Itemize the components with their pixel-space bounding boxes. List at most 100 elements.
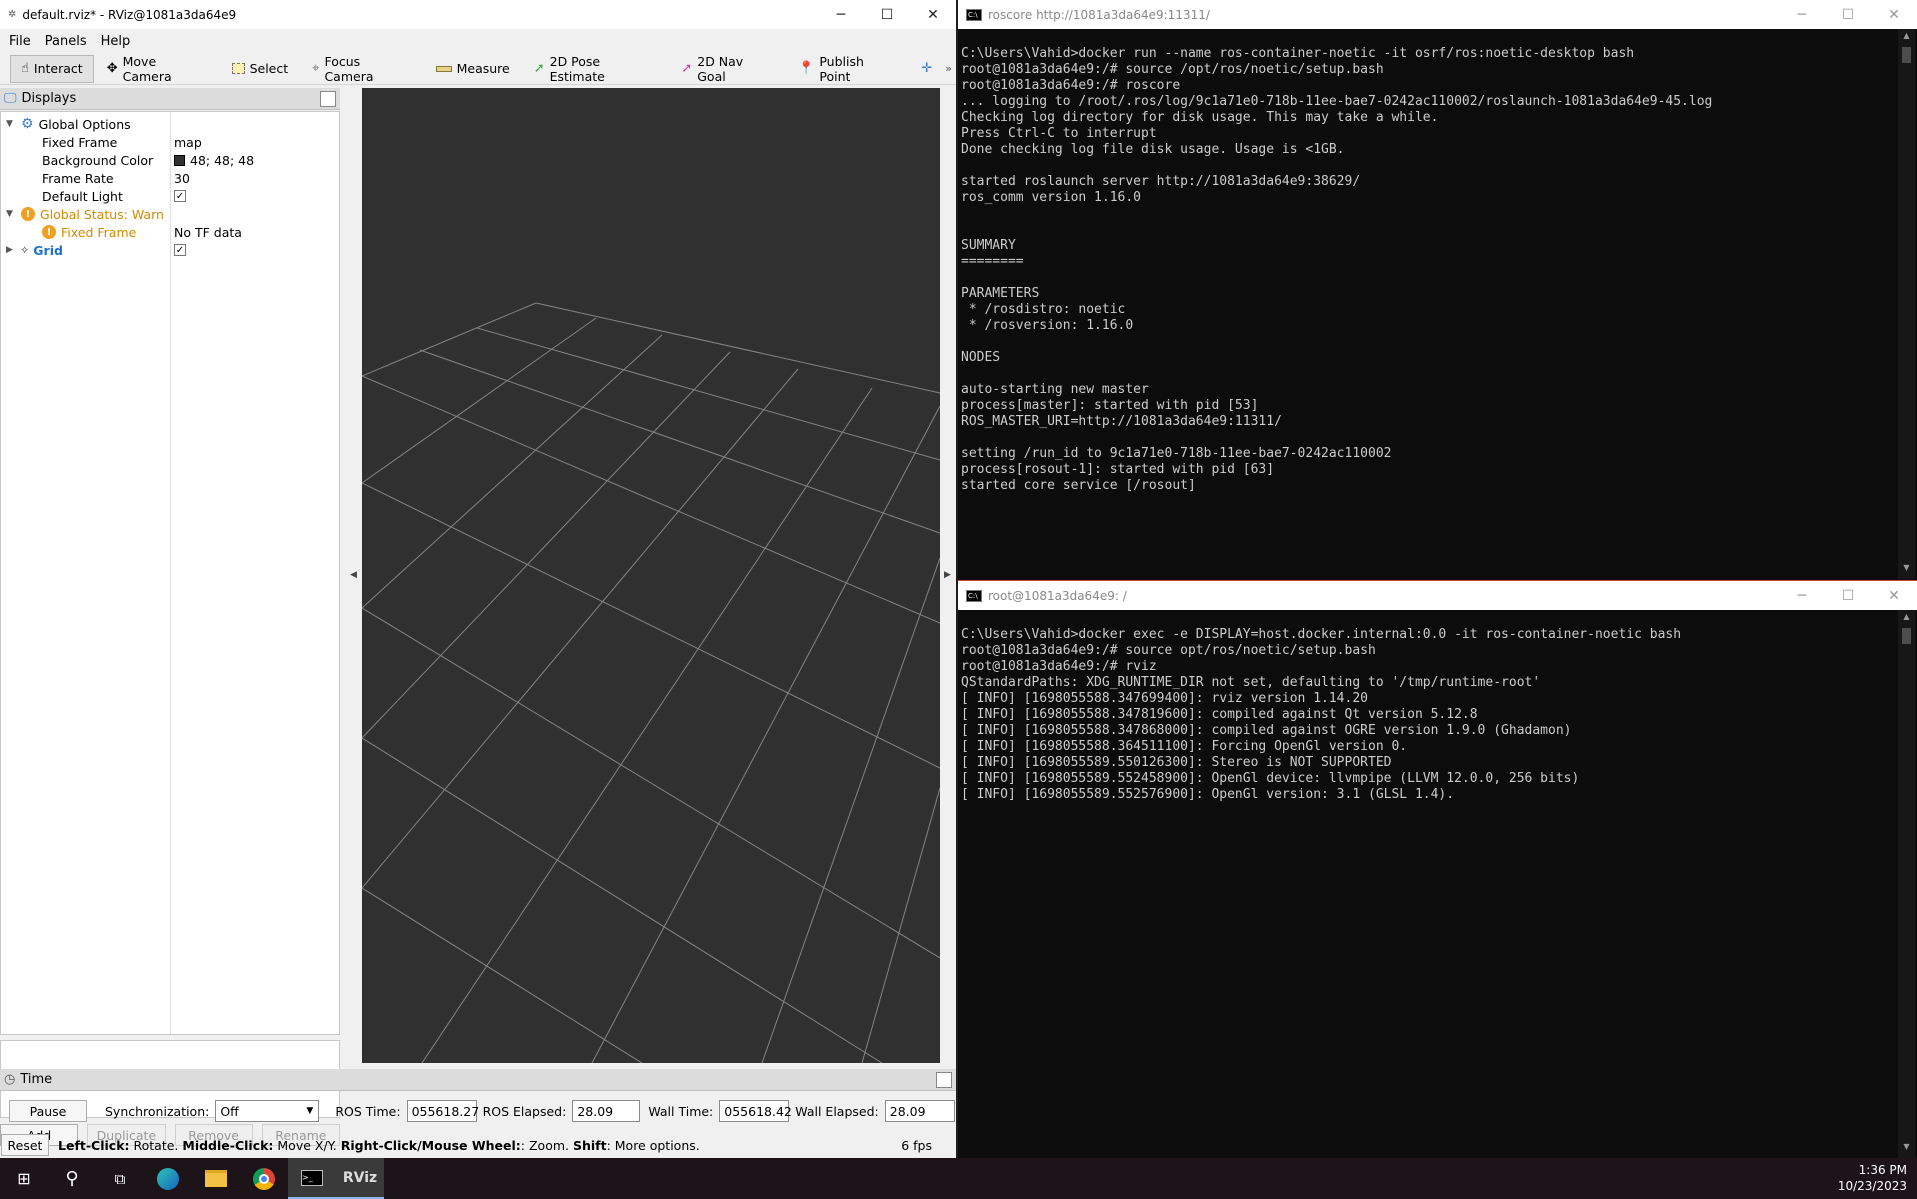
time-title: Time (20, 1072, 53, 1087)
terminal-rviz-titlebar[interactable]: C:\ root@1081a3da64e9: / ─ ☐ ✕ (958, 581, 1917, 610)
arrow-green-icon: ➚ (533, 61, 545, 76)
collapse-left-icon[interactable]: ◀ (350, 570, 357, 580)
warning-icon: ! (21, 207, 35, 221)
expand-down-icon[interactable]: ▼ (6, 119, 16, 129)
ros-elapsed-label: ROS Elapsed: (482, 1103, 567, 1119)
tree-row-global-options[interactable]: ▼ ⚙ Global Options (1, 115, 339, 133)
taskbar: ⊞ ⚲ ⧉ >_ RViz 1:36 PM 10/23/2023 (0, 1158, 1917, 1199)
maximize-icon[interactable]: ☐ (1825, 588, 1871, 604)
pause-button[interactable]: Pause (9, 1100, 87, 1122)
task-view-icon: ⧉ (114, 1169, 126, 1188)
rviz-window-title: default.rviz* - RViz@1081a3da64e9 (22, 7, 237, 22)
taskbar-chrome[interactable] (240, 1158, 288, 1199)
minimize-icon[interactable]: ─ (1779, 588, 1825, 604)
ros-elapsed-field[interactable]: 28.09 (572, 1100, 641, 1122)
status-bar: Reset Left-Click: Rotate. Middle-Click: … (0, 1133, 956, 1157)
ros-time-field[interactable]: 055618.27 (406, 1100, 479, 1122)
terminal-rviz-title: root@1081a3da64e9: / (988, 588, 1127, 603)
close-icon[interactable]: ✕ (1871, 588, 1917, 604)
maximize-icon[interactable]: ☐ (864, 0, 910, 29)
tool-2d-nav-goal[interactable]: ➚ 2D Nav Goal (670, 54, 785, 84)
windows-icon: ⊞ (17, 1169, 31, 1188)
expand-right-icon[interactable]: ▶ (6, 245, 16, 255)
tool-2d-pose-estimate[interactable]: ➚ 2D Pose Estimate (523, 54, 669, 84)
displays-title: Displays (21, 91, 77, 106)
displays-header: 🖵 Displays (0, 88, 340, 110)
tree-row-background-color[interactable]: Background Color 48; 48; 48 (1, 151, 339, 169)
scroll-thumb[interactable] (1902, 47, 1911, 63)
wall-elapsed-label: Wall Elapsed: (795, 1103, 879, 1119)
select-icon (231, 63, 245, 74)
time-panel: ◷ Time Pause Synchronization: Off ▼ ROS … (0, 1069, 956, 1125)
minimize-icon[interactable]: ─ (818, 0, 864, 29)
taskbar-file-explorer[interactable] (192, 1158, 240, 1199)
render-viewport[interactable] (361, 88, 941, 1064)
rviz-app-icon: ✲ (8, 9, 17, 20)
task-view-button[interactable]: ⧉ (96, 1158, 144, 1199)
search-icon: ⚲ (65, 1168, 79, 1189)
wall-time-label: Wall Time: (648, 1103, 714, 1119)
menu-help[interactable]: Help (96, 32, 136, 51)
tree-row-fixed-frame[interactable]: Fixed Frame map (1, 133, 339, 151)
default-light-checkbox[interactable]: ✓ (174, 190, 186, 202)
start-button[interactable]: ⊞ (0, 1158, 48, 1199)
scroll-down-icon[interactable]: ▼ (1898, 1142, 1915, 1156)
terminal-roscore-title: roscore http://1081a3da64e9:11311/ (988, 7, 1210, 22)
scroll-thumb[interactable] (1902, 628, 1911, 644)
scroll-up-icon[interactable]: ▲ (1898, 31, 1915, 45)
reset-button[interactable]: Reset (1, 1134, 49, 1156)
rviz-taskbar-label: RViz (342, 1169, 378, 1186)
wall-elapsed-field[interactable]: 28.09 (884, 1100, 955, 1122)
system-clock[interactable]: 1:36 PM 10/23/2023 (1838, 1162, 1907, 1194)
clock-time: 1:36 PM (1858, 1163, 1907, 1177)
tree-row-grid[interactable]: ▶ ⟡ Grid ✓ (1, 241, 339, 259)
collapse-right-icon[interactable]: ▶ (944, 570, 951, 580)
undock-button[interactable] (320, 90, 336, 107)
maximize-icon[interactable]: ☐ (1825, 7, 1871, 23)
hand-icon: ☝ (21, 61, 29, 76)
warning-icon: ! (42, 225, 56, 239)
tree-row-status-fixed-frame[interactable]: ! Fixed Frame No TF data (1, 223, 339, 241)
scroll-up-icon[interactable]: ▲ (1898, 612, 1915, 626)
tool-measure[interactable]: Measure (425, 55, 521, 83)
terminal-rviz-output[interactable]: C:\Users\Vahid>docker exec -e DISPLAY=ho… (961, 627, 1681, 803)
menu-file[interactable]: File (4, 32, 36, 51)
tool-publish-point[interactable]: 📍 Publish Point (787, 54, 908, 84)
tool-select[interactable]: Select (221, 55, 300, 83)
wall-time-field[interactable]: 055618.42 (719, 1100, 792, 1122)
toolbar-overflow-icon[interactable]: » (945, 62, 952, 75)
close-icon[interactable]: ✕ (910, 0, 956, 29)
color-swatch[interactable] (174, 154, 185, 166)
taskbar-edge[interactable] (144, 1158, 192, 1199)
grid-checkbox[interactable]: ✓ (174, 244, 186, 256)
tool-interact[interactable]: ☝ Interact (10, 54, 94, 83)
taskbar-rviz[interactable]: RViz (336, 1158, 384, 1199)
rviz-titlebar[interactable]: ✲ default.rviz* - RViz@1081a3da64e9 ─ ☐ … (0, 0, 956, 29)
time-undock-button[interactable] (936, 1071, 952, 1088)
time-header: ◷ Time (0, 1069, 956, 1091)
expand-down-icon[interactable]: ▼ (6, 209, 16, 219)
terminal-roscore: C:\ roscore http://1081a3da64e9:11311/ ─… (958, 0, 1917, 580)
terminal-roscore-scrollbar[interactable]: ▲ ▼ (1898, 29, 1915, 579)
time-controls: Pause Synchronization: Off ▼ ROS Time: 0… (0, 1096, 956, 1126)
close-icon[interactable]: ✕ (1871, 7, 1917, 23)
add-tool-button[interactable]: ✛ (910, 55, 943, 83)
terminal-rviz-scrollbar[interactable]: ▲ ▼ (1898, 610, 1915, 1158)
sync-select[interactable]: Off ▼ (215, 1100, 320, 1122)
displays-tree: ▼ ⚙ Global Options Fixed Frame map Backgro… (0, 111, 340, 1035)
search-button[interactable]: ⚲ (48, 1158, 96, 1199)
terminal-roscore-output[interactable]: C:\Users\Vahid>docker run --name ros-con… (961, 46, 1712, 494)
chrome-icon (253, 1167, 275, 1190)
tree-row-frame-rate[interactable]: Frame Rate 30 (1, 169, 339, 187)
gear-icon: ⚙ (21, 116, 34, 132)
terminal-roscore-titlebar[interactable]: C:\ roscore http://1081a3da64e9:11311/ ─… (958, 0, 1917, 29)
menu-panels[interactable]: Panels (40, 32, 92, 51)
sync-label: Synchronization: (105, 1103, 210, 1119)
taskbar-terminal[interactable]: >_ (288, 1158, 336, 1199)
minimize-icon[interactable]: ─ (1779, 7, 1825, 23)
tool-move-camera[interactable]: ✥ Move Camera (96, 54, 219, 84)
tree-row-default-light[interactable]: Default Light ✓ (1, 187, 339, 205)
scroll-down-icon[interactable]: ▼ (1898, 563, 1915, 577)
tool-focus-camera[interactable]: ⌖ Focus Camera (301, 54, 422, 84)
tree-row-global-status[interactable]: ▼! Global Status: Warn (1, 205, 339, 223)
